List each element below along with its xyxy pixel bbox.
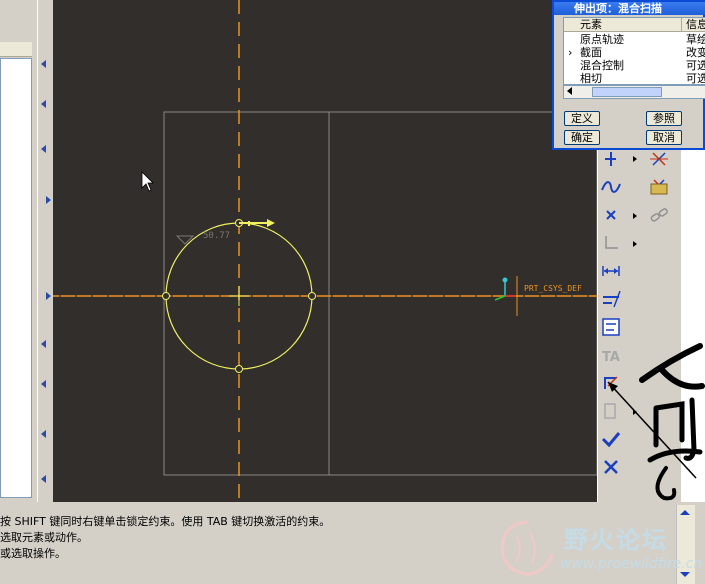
- dimension-icon[interactable]: [600, 260, 622, 282]
- fillet-icon[interactable]: [600, 232, 622, 254]
- model-tree-header: [0, 42, 32, 57]
- collapse-arrow-icon[interactable]: [41, 145, 46, 153]
- current-item-marker: ›: [568, 46, 573, 59]
- watermark-logo-icon: [500, 520, 554, 576]
- point-icon[interactable]: [600, 148, 622, 170]
- expand-arrow-icon[interactable]: [46, 196, 51, 204]
- watermark: 野火论坛 www.proewildfire.cn: [494, 514, 702, 580]
- message-line: 选取元素或动作。: [0, 531, 88, 544]
- column-header-info[interactable]: 信息: [682, 18, 705, 32]
- message-line: 或选取操作。: [0, 547, 66, 560]
- horizontal-scrollbar[interactable]: [563, 85, 705, 99]
- element-list: 元素 信息 原点轨迹 草绘 › 截面 改变 混合控制 可选 相切 可选: [563, 17, 705, 85]
- scroll-thumb[interactable]: [592, 87, 662, 97]
- element-name: 截面: [580, 46, 602, 59]
- expand-arrow-icon[interactable]: [46, 292, 51, 300]
- vertex-right: [308, 292, 316, 300]
- feature-dialog: 伸出项：混合扫描 元素 信息 原点轨迹 草绘 › 截面 改变 混合控制 可选 相…: [552, 0, 705, 150]
- refer-button[interactable]: 参照: [646, 111, 682, 126]
- dimension-label[interactable]: 50.77: [203, 231, 230, 241]
- csys-label[interactable]: PRT_CSYS_DEF: [524, 284, 582, 293]
- element-info: 改变: [686, 46, 705, 59]
- model-tree-panel: [0, 0, 37, 502]
- element-info: 草绘: [686, 33, 705, 46]
- sketch-frame: [163, 111, 597, 476]
- collapse-arrow-icon[interactable]: [41, 475, 46, 483]
- collapse-arrow-icon[interactable]: [41, 60, 46, 68]
- sketch-canvas[interactable]: 50.77 PRT_CSYS_DEF: [53, 0, 597, 502]
- spline-icon[interactable]: [600, 176, 622, 198]
- chain-icon[interactable]: [648, 204, 670, 226]
- constraint-icon[interactable]: [600, 316, 622, 338]
- watermark-name: 野火论坛: [564, 526, 668, 554]
- element-name: 相切: [580, 72, 602, 85]
- panel-splitter[interactable]: [37, 0, 53, 502]
- element-name: 混合控制: [580, 59, 624, 72]
- column-header-element[interactable]: 元素: [564, 18, 682, 32]
- vertex-left: [162, 292, 170, 300]
- flyout-arrow-icon[interactable]: [633, 156, 637, 162]
- vertex-bottom: [235, 365, 243, 373]
- cancel-button[interactable]: 取消: [646, 130, 682, 145]
- collapse-arrow-icon[interactable]: [41, 430, 46, 438]
- flyout-arrow-icon[interactable]: [633, 241, 637, 247]
- dialog-titlebar[interactable]: 伸出项：混合扫描: [554, 2, 705, 15]
- dialog-title: 伸出项：混合扫描: [574, 2, 662, 15]
- ok-button[interactable]: 确定: [564, 130, 600, 145]
- model-tree-list[interactable]: [0, 58, 32, 498]
- scroll-left-icon[interactable]: [567, 87, 572, 95]
- element-info: 可选: [686, 72, 705, 85]
- element-name: 原点轨迹: [580, 33, 624, 46]
- message-line: 按 SHIFT 键同时右键单击锁定约束。使用 TAB 键切换激活的约束。: [0, 515, 331, 528]
- modify-icon[interactable]: [600, 288, 622, 310]
- cross-point-icon[interactable]: [600, 204, 622, 226]
- flyout-arrow-icon[interactable]: [633, 213, 637, 219]
- mirror-trim-icon[interactable]: [648, 148, 670, 170]
- collapse-arrow-icon[interactable]: [41, 380, 46, 388]
- element-info: 可选: [686, 59, 705, 72]
- collapse-arrow-icon[interactable]: [41, 100, 46, 108]
- diameter-symbol-icon: [175, 235, 195, 245]
- handwritten-annotation: [607, 343, 705, 501]
- define-button[interactable]: 定义: [564, 111, 600, 126]
- collapse-arrow-icon[interactable]: [41, 340, 46, 348]
- watermark-url: www.proewildfire.cn: [560, 556, 703, 572]
- palette-icon[interactable]: [648, 176, 670, 198]
- mouse-cursor-icon: [141, 171, 154, 192]
